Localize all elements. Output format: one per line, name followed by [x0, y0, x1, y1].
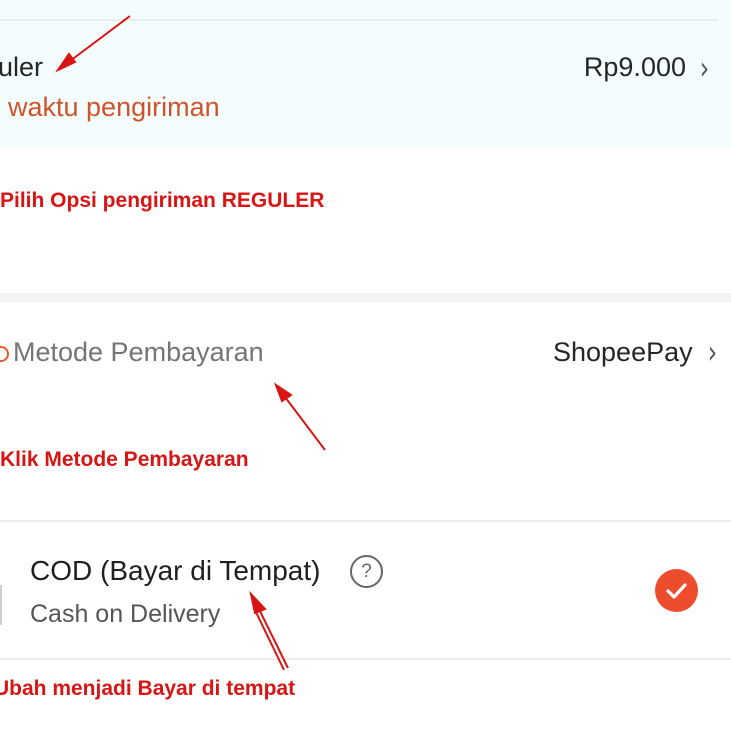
- annotation-step-3: Ubah menjadi Bayar di tempat: [0, 677, 296, 700]
- annotation-arrow-2: [281, 392, 326, 451]
- annotation-arrowhead-2: [273, 382, 293, 403]
- payment-method-label[interactable]: Metode Pembayaran: [13, 337, 264, 368]
- check-circle-icon[interactable]: [655, 569, 698, 612]
- divider: [0, 19, 718, 21]
- annotation-step-2: Klik Metode Pembayaran: [0, 448, 249, 471]
- question-circle-icon[interactable]: ?: [350, 555, 383, 588]
- shipping-eta-text: waktu pengiriman: [8, 92, 220, 122]
- annotation-arrowhead-3: [249, 590, 267, 615]
- cod-option-subtitle: Cash on Delivery: [30, 600, 221, 628]
- divider: [0, 658, 731, 660]
- chevron-right-icon[interactable]: ›: [708, 336, 718, 368]
- chevron-right-icon[interactable]: ›: [700, 52, 710, 84]
- divider: [0, 520, 731, 522]
- cod-option-title[interactable]: COD (Bayar di Tempat): [30, 555, 320, 587]
- payment-method-value[interactable]: ShopeePay: [553, 337, 693, 368]
- check-mark: [666, 583, 687, 599]
- payment-method-icon: [0, 346, 9, 362]
- option-edge: [0, 585, 2, 625]
- shipping-price: Rp9.000: [583, 52, 686, 82]
- section-separator: [0, 293, 731, 302]
- annotation-arrow-3b: [253, 607, 285, 671]
- annotation-step-1: Pilih Opsi pengiriman REGULER: [0, 189, 325, 212]
- shipping-option-name: uler: [0, 52, 44, 82]
